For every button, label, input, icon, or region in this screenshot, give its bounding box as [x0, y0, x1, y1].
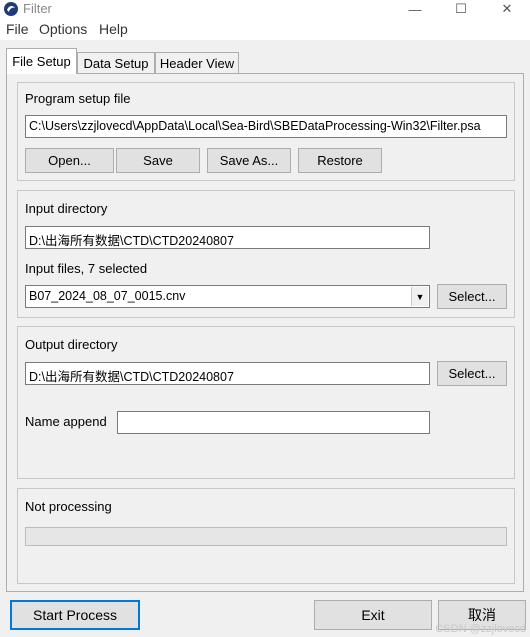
- input-files-dropdown[interactable]: B07_2024_08_07_0015.cnv ▼: [25, 285, 430, 308]
- input-select-button[interactable]: Select...: [437, 284, 507, 309]
- minimize-button[interactable]: —: [392, 0, 438, 18]
- save-button[interactable]: Save: [116, 148, 200, 173]
- output-select-button[interactable]: Select...: [437, 361, 507, 386]
- maximize-button[interactable]: ☐: [438, 0, 484, 18]
- title-bar: Filter — ☐ ✕: [0, 0, 530, 18]
- program-setup-group: Program setup file C:\Users\zzjlovecd\Ap…: [17, 82, 515, 181]
- open-button[interactable]: Open...: [25, 148, 114, 173]
- output-directory-field[interactable]: D:\出海所有数据\CTD\CTD20240807: [25, 362, 430, 385]
- status-text: Not processing: [25, 499, 112, 514]
- progress-bar: [25, 527, 507, 546]
- restore-button[interactable]: Restore: [298, 148, 382, 173]
- start-process-button[interactable]: Start Process: [10, 600, 140, 630]
- program-setup-path-field[interactable]: C:\Users\zzjlovecd\AppData\Local\Sea-Bir…: [25, 115, 507, 138]
- input-directory-field[interactable]: D:\出海所有数据\CTD\CTD20240807: [25, 226, 430, 249]
- chevron-down-icon[interactable]: ▼: [411, 287, 428, 306]
- tab-strip: File Setup Data Setup Header View: [6, 48, 526, 74]
- menu-help[interactable]: Help: [99, 21, 128, 37]
- seabird-logo-icon: [4, 2, 18, 16]
- save-as-button[interactable]: Save As...: [207, 148, 291, 173]
- exit-button[interactable]: Exit: [314, 600, 432, 630]
- menu-file[interactable]: File: [6, 21, 29, 37]
- input-directory-heading: Input directory: [25, 201, 108, 216]
- menu-options[interactable]: Options: [39, 21, 87, 37]
- program-setup-heading: Program setup file: [25, 91, 131, 106]
- input-files-heading: Input files, 7 selected: [25, 261, 148, 276]
- name-append-field[interactable]: [117, 411, 430, 434]
- input-group: Input directory D:\出海所有数据\CTD\CTD2024080…: [17, 190, 515, 318]
- output-directory-heading: Output directory: [25, 337, 118, 352]
- watermark: CSDN @zzjlovecd: [435, 623, 526, 635]
- status-group: Not processing: [17, 488, 515, 584]
- close-button[interactable]: ✕: [484, 0, 530, 18]
- tab-file-setup[interactable]: File Setup: [6, 48, 77, 74]
- tab-data-setup[interactable]: Data Setup: [77, 52, 155, 74]
- input-files-selected: B07_2024_08_07_0015.cnv: [29, 289, 186, 303]
- file-setup-panel: Program setup file C:\Users\zzjlovecd\Ap…: [6, 73, 524, 592]
- name-append-label: Name append: [25, 414, 107, 429]
- tab-header-view[interactable]: Header View: [155, 52, 239, 74]
- output-group: Output directory D:\出海所有数据\CTD\CTD202408…: [17, 326, 515, 479]
- window-title: Filter: [23, 1, 52, 16]
- menu-bar: File Options Help: [0, 18, 530, 40]
